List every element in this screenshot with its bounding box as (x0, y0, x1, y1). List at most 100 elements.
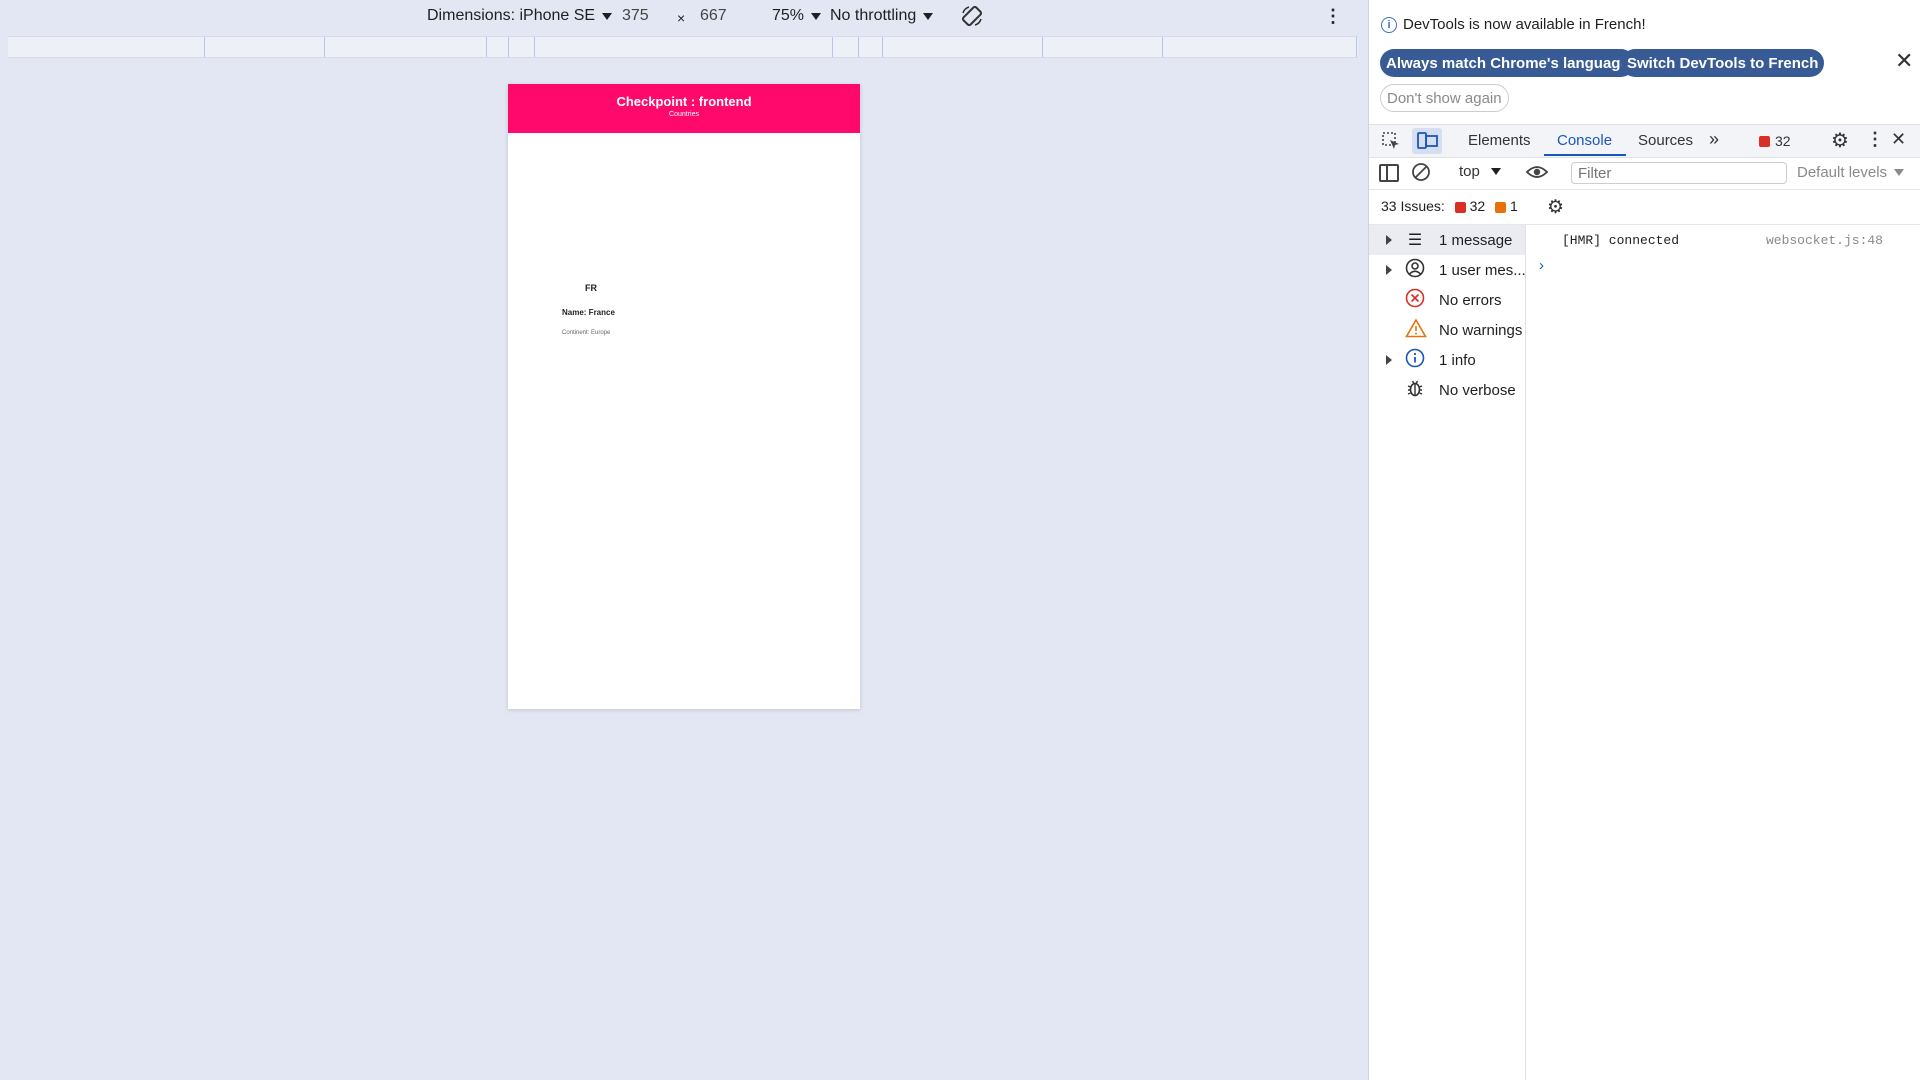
sidebar-item-verbose[interactable]: No verbose (1369, 375, 1525, 405)
sidebar-item-warnings[interactable]: No warnings (1369, 315, 1525, 345)
width-input[interactable]: 375 (622, 7, 649, 25)
list-icon: ☰ (1407, 232, 1423, 249)
media-query-ruler (8, 36, 1358, 58)
ruler-segment[interactable] (486, 37, 487, 57)
zoom-label: 75% (772, 7, 805, 24)
ruler-segment[interactable] (832, 37, 833, 57)
ruler-segment[interactable] (1356, 37, 1357, 57)
height-input[interactable]: 667 (700, 7, 727, 25)
customize-menu-icon[interactable]: ⋮ (1866, 129, 1884, 150)
language-infobar: i DevTools is now available in French! A… (1369, 0, 1920, 118)
country-name: Name: France (562, 308, 615, 317)
issues-warning-count: 1 (1509, 198, 1518, 214)
site-title: Checkpoint : frontend (616, 94, 752, 109)
issues-bar: 33 Issues: 32 1 ⚙ (1369, 190, 1920, 225)
live-expression-eye-icon[interactable] (1525, 162, 1549, 187)
chevron-down-icon (602, 12, 613, 20)
console-message-text: [HMR] connected (1562, 233, 1680, 248)
ruler-segment[interactable] (534, 37, 535, 57)
tab-elements[interactable]: Elements (1468, 132, 1531, 149)
devtools-tabbar: Elements Console Sources » 32 ⚙ ⋮ ✕ (1369, 124, 1920, 158)
device-mode-icon[interactable] (1412, 128, 1442, 154)
close-devtools-icon[interactable]: ✕ (1891, 129, 1906, 150)
context-label: top (1459, 163, 1480, 180)
sidebar-item-label: No errors (1439, 291, 1502, 309)
console-message-row: [HMR] connected websocket.js:48 (1526, 225, 1920, 255)
context-select[interactable]: top (1459, 163, 1501, 180)
expand-triangle-icon[interactable] (1386, 235, 1392, 245)
chevron-down-icon (1490, 168, 1501, 175)
tab-sources[interactable]: Sources (1638, 132, 1693, 149)
console-settings-gear-icon[interactable]: ⚙ (1547, 196, 1564, 219)
bug-icon (1405, 378, 1425, 403)
close-icon[interactable]: ✕ (1895, 50, 1913, 72)
zoom-select[interactable]: 75% (772, 7, 822, 25)
console-filter-input[interactable] (1571, 162, 1787, 184)
sidebar-item-messages[interactable]: ☰ 1 message (1369, 225, 1525, 255)
expand-triangle-icon[interactable] (1386, 355, 1392, 365)
site-subtitle: Countries (669, 111, 699, 118)
ruler-segment[interactable] (858, 37, 859, 57)
infobar-message-row: i DevTools is now available in French! (1381, 16, 1646, 33)
log-levels-label: Default levels (1797, 164, 1888, 181)
device-dimensions-label: Dimensions: iPhone SE (427, 7, 596, 24)
inspect-element-icon[interactable] (1381, 131, 1401, 156)
console-prompt-chevron-icon[interactable]: › (1539, 257, 1544, 274)
sidebar-item-label: No warnings (1439, 321, 1523, 339)
times-icon: × (677, 10, 686, 26)
error-badge[interactable]: 32 (1759, 133, 1791, 149)
active-tab-indicator (1544, 154, 1626, 156)
error-icon (1405, 288, 1425, 313)
settings-gear-icon[interactable]: ⚙ (1831, 128, 1849, 153)
country-code: FR (585, 283, 597, 293)
sidebar-item-label: 1 user mes... (1439, 261, 1526, 279)
devtools-panel: i DevTools is now available in French! A… (1368, 0, 1920, 1080)
device-dimensions-select[interactable]: Dimensions: iPhone SE (427, 7, 613, 25)
sidebar-toggle-icon[interactable] (1379, 164, 1399, 182)
site-header: Checkpoint : frontend Countries (508, 84, 860, 133)
ruler-segment[interactable] (204, 37, 205, 57)
switch-french-button[interactable]: Switch DevTools to French (1621, 49, 1825, 77)
more-options-icon[interactable]: ⋮ (1324, 7, 1342, 25)
issues-link[interactable]: 33 Issues: 32 1 (1381, 198, 1518, 214)
throttling-select[interactable]: No throttling (830, 7, 934, 25)
ruler-segment[interactable] (1042, 37, 1043, 57)
sidebar-item-label: No verbose (1439, 381, 1516, 399)
console-message-source-link[interactable]: websocket.js:48 (1766, 233, 1883, 248)
info-icon (1405, 348, 1425, 373)
warning-icon (1405, 317, 1427, 343)
clear-console-icon[interactable] (1411, 162, 1431, 187)
chevron-down-icon (811, 12, 822, 20)
issues-error-count: 32 (1469, 198, 1486, 214)
match-language-button[interactable]: Always match Chrome's language (1380, 49, 1635, 77)
warning-flag-icon (1495, 201, 1507, 213)
ruler-segment[interactable] (508, 37, 509, 57)
sidebar-item-user-messages[interactable]: 1 user mes... (1369, 255, 1526, 285)
sidebar-item-errors[interactable]: No errors (1369, 285, 1525, 315)
console-toolbar: top Default levels (1369, 157, 1920, 190)
sidebar-item-info[interactable]: 1 info (1369, 345, 1525, 375)
chevron-down-icon (1894, 169, 1905, 176)
tab-console[interactable]: Console (1557, 132, 1612, 149)
infobar-message: DevTools is now available in French! (1403, 16, 1646, 33)
more-tabs-icon[interactable]: » (1709, 129, 1719, 150)
info-icon: i (1381, 16, 1397, 33)
sidebar-item-label: 1 message (1439, 231, 1513, 249)
country-continent: Continent: Europe (562, 330, 611, 336)
throttling-label: No throttling (830, 7, 917, 24)
ruler-segment[interactable] (882, 37, 883, 57)
error-badge-count: 32 (1775, 133, 1791, 149)
expand-triangle-icon[interactable] (1386, 265, 1392, 275)
device-viewport: Checkpoint : frontend Countries FR Name:… (508, 84, 860, 709)
issues-label: 33 Issues: (1381, 198, 1445, 214)
user-icon (1405, 258, 1425, 283)
ruler-segment[interactable] (1162, 37, 1163, 57)
log-levels-select[interactable]: Default levels (1797, 164, 1905, 181)
dont-show-again-button[interactable]: Don't show again (1380, 84, 1509, 112)
console-sidebar: ☰ 1 message 1 user mes... No errors No w… (1369, 225, 1526, 1080)
rotate-icon[interactable] (960, 4, 984, 28)
country-card[interactable]: FR Name: France Continent: Europe (562, 283, 615, 336)
error-flag-icon (1454, 201, 1466, 213)
ruler-segment[interactable] (324, 37, 325, 57)
error-flag-icon (1759, 135, 1770, 147)
